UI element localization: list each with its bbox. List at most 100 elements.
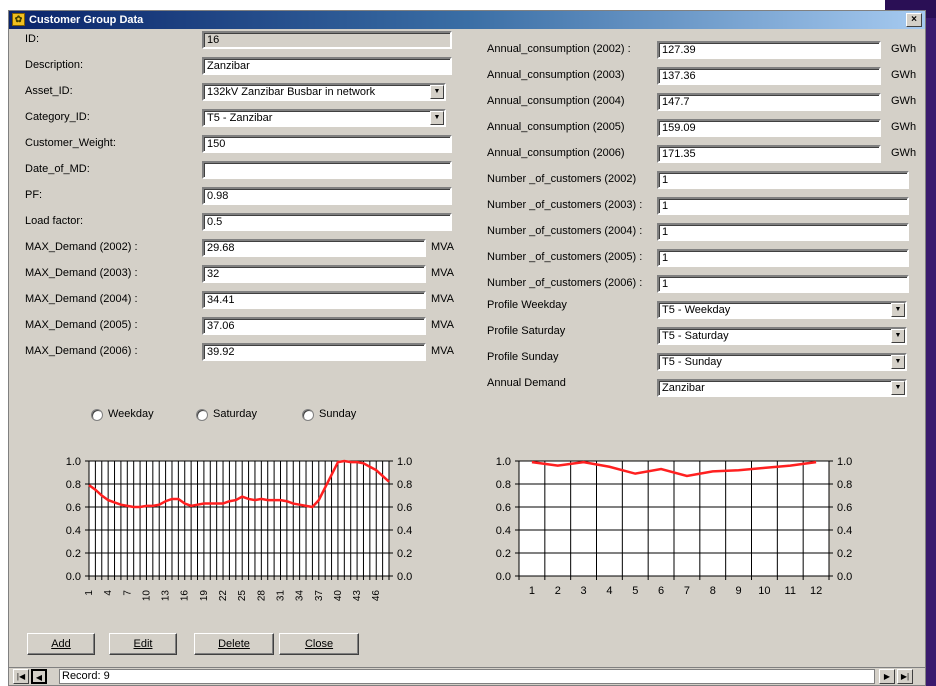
number-of-customers-field[interactable]: 1 [657, 223, 909, 241]
next-record-icon[interactable]: ▶ [879, 669, 895, 684]
field-value: 1 [662, 278, 669, 290]
last-record-icon[interactable]: ▶| [897, 669, 913, 684]
number-of-customers-field[interactable]: 1 [657, 197, 909, 215]
dropdown-arrow-icon[interactable]: ▼ [891, 329, 905, 343]
description-field[interactable]: Zanzibar [202, 57, 452, 75]
add-button[interactable]: Add [27, 633, 95, 655]
edit-button[interactable]: Edit [109, 633, 177, 655]
close-button[interactable]: Close [279, 633, 359, 655]
x-tick-label: 10 [758, 585, 770, 597]
unit-label: MVA [431, 319, 455, 331]
radio-saturday[interactable] [196, 409, 208, 421]
max-demand-field[interactable]: 39.92 [202, 343, 426, 361]
x-tick-label: 22 [218, 590, 229, 602]
field-value: 34.41 [207, 294, 235, 306]
delete-button[interactable]: Delete [194, 633, 274, 655]
dropdown-arrow-icon[interactable]: ▼ [891, 355, 905, 369]
window-title: Customer Group Data [29, 14, 144, 26]
x-tick-label: 37 [314, 590, 325, 602]
label-load-factor: Load factor: [25, 215, 84, 227]
customer-group-window: ✿ Customer Group Data × ID: 16 Description… [8, 10, 926, 686]
x-tick-label: 5 [632, 585, 638, 597]
x-tick-label: 34 [295, 590, 306, 602]
profile-saturday-dropdown[interactable]: T5 - Saturday ▼ [657, 327, 907, 345]
unit-label: GWh [891, 69, 917, 81]
radio-sunday[interactable] [302, 409, 314, 421]
radio-label-sunday: Sunday [319, 408, 357, 420]
annual-consumption-field[interactable]: 171.35 [657, 145, 881, 163]
annual-consumption-field[interactable]: 127.39 [657, 41, 881, 59]
dropdown-arrow-icon[interactable]: ▼ [891, 381, 905, 395]
x-tick-label: 12 [810, 585, 822, 597]
label-number-of-customers: Number _of_customers (2003) : [487, 199, 643, 211]
max-demand-field[interactable]: 34.41 [202, 291, 426, 309]
field-value: 137.36 [662, 70, 696, 82]
y-tick-label: 0.2 [496, 548, 511, 560]
annual-consumption-field[interactable]: 159.09 [657, 119, 881, 137]
radio-label-saturday: Saturday [213, 408, 258, 420]
unit-label: GWh [891, 147, 917, 159]
y-tick-label-right: 0.6 [397, 502, 412, 514]
radio-weekday[interactable] [91, 409, 103, 421]
field-value: 39.92 [207, 346, 235, 358]
y-tick-label-right: 0.0 [837, 571, 852, 583]
customer-weight-field[interactable]: 150 [202, 135, 452, 153]
close-icon[interactable]: × [906, 13, 922, 27]
x-tick-label: 1 [84, 590, 95, 596]
y-tick-label-right: 0.2 [397, 548, 412, 560]
dropdown-arrow-icon[interactable]: ▼ [891, 303, 905, 317]
x-tick-label: 40 [333, 590, 344, 602]
label-max-demand: MAX_Demand (2002) : [25, 241, 138, 253]
number-of-customers-field[interactable]: 1 [657, 249, 909, 267]
label-max-demand: MAX_Demand (2006) : [25, 345, 138, 357]
max-demand-field[interactable]: 32 [202, 265, 426, 283]
label-profile-sunday: Profile Sunday [487, 351, 559, 363]
x-tick-label: 8 [710, 585, 716, 597]
max-demand-field[interactable]: 37.06 [202, 317, 426, 335]
label-category-id: Category_ID: [25, 111, 90, 123]
dropdown-arrow-icon[interactable]: ▼ [430, 111, 444, 125]
x-tick-label: 9 [736, 585, 742, 597]
field-value: 132kV Zanzibar Busbar in network [207, 86, 376, 98]
label-pf: PF: [25, 189, 43, 201]
category-id-dropdown[interactable]: T5 - Zanzibar ▼ [202, 109, 446, 127]
dropdown-arrow-icon[interactable]: ▼ [430, 85, 444, 99]
x-tick-label: 7 [684, 585, 690, 597]
field-value: 147.7 [662, 96, 690, 108]
asset-id-dropdown[interactable]: 132kV Zanzibar Busbar in network ▼ [202, 83, 446, 101]
number-of-customers-field[interactable]: 1 [657, 275, 909, 293]
title-bar: ✿ Customer Group Data × [9, 11, 925, 29]
label-annual-consumption: Annual_consumption (2003) [487, 69, 625, 81]
field-value: 1 [662, 226, 669, 238]
load-factor-field[interactable]: 0.5 [202, 213, 452, 231]
max-demand-field[interactable]: 29.68 [202, 239, 426, 257]
y-tick-label-right: 0.4 [397, 525, 412, 537]
y-tick-label-right: 1.0 [397, 456, 412, 468]
first-record-icon[interactable]: |◀ [13, 669, 29, 684]
annual-demand-dropdown[interactable]: Zanzibar ▼ [657, 379, 907, 397]
field-value: 150 [207, 138, 226, 150]
y-tick-label-right: 1.0 [837, 456, 852, 468]
label-description: Description: [25, 59, 84, 71]
number-of-customers-field[interactable]: 1 [657, 171, 909, 189]
field-value: 1 [662, 174, 669, 186]
previous-record-icon[interactable]: ◀ [31, 669, 47, 684]
field-value: T5 - Sunday [662, 356, 722, 368]
x-tick-label: 1 [529, 585, 535, 597]
date-of-md-field[interactable] [202, 161, 452, 179]
x-tick-label: 11 [785, 585, 796, 597]
field-value: 16 [207, 34, 220, 46]
profile-weekday-dropdown[interactable]: T5 - Weekday ▼ [657, 301, 907, 319]
id-field[interactable]: 16 [202, 31, 452, 49]
unit-label: GWh [891, 95, 917, 107]
y-tick-label: 0.4 [66, 525, 81, 537]
unit-label: GWh [891, 121, 917, 133]
y-tick-label: 0.8 [496, 479, 511, 491]
label-max-demand: MAX_Demand (2005) : [25, 319, 138, 331]
profile-sunday-dropdown[interactable]: T5 - Sunday ▼ [657, 353, 907, 371]
annual-consumption-field[interactable]: 137.36 [657, 67, 881, 85]
field-value: 159.09 [662, 122, 696, 134]
pf-field[interactable]: 0.98 [202, 187, 452, 205]
annual-consumption-field[interactable]: 147.7 [657, 93, 881, 111]
field-value: T5 - Zanzibar [207, 112, 273, 124]
